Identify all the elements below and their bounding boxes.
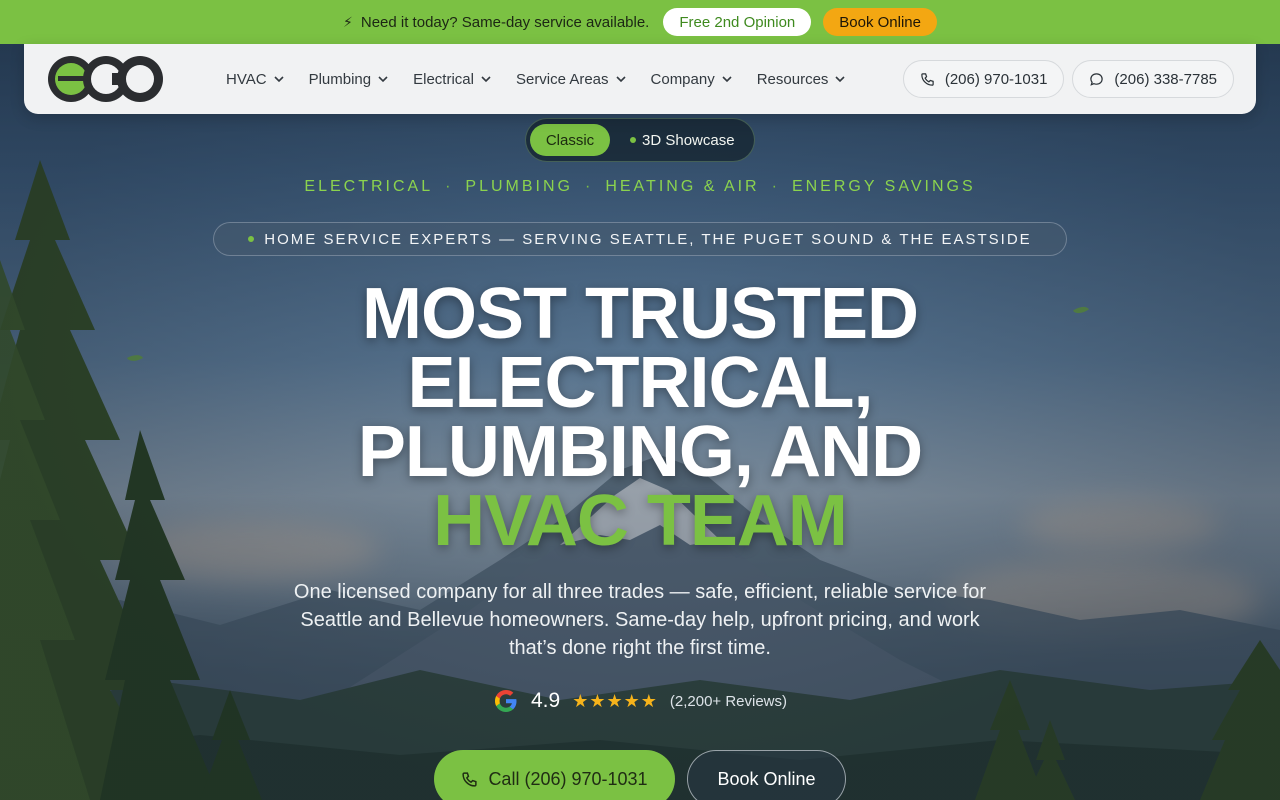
hero-section: Classic 3D Showcase ELECTRICAL · PLUMBING ·… [0, 0, 1280, 800]
call-cta-label: Call (206) 970-1031 [488, 768, 648, 789]
trade-separator: · [771, 178, 780, 195]
book-online-top-button[interactable]: Book Online [823, 8, 937, 36]
nav-label: Plumbing [308, 70, 372, 88]
dot-icon [630, 137, 636, 143]
phone-number: (206) 970-1031 [944, 70, 1048, 88]
text-phone-button[interactable]: (206) 338-7785 [1072, 60, 1234, 98]
star-rating-icon: ★★★★★ [572, 690, 658, 711]
review-count[interactable]: (2,200+ Reviews) [670, 693, 787, 710]
headline-line: ELECTRICAL, [407, 343, 874, 423]
eco-logo[interactable] [46, 54, 164, 104]
dot-icon [248, 236, 255, 242]
nav-electrical[interactable]: Electrical [401, 59, 504, 99]
chevron-down-icon [835, 76, 845, 83]
promo-message: Need it today? Same-day service availabl… [360, 13, 650, 31]
chevron-down-icon [615, 76, 626, 83]
nav-hvac[interactable]: HVAC [214, 59, 297, 99]
trade-item: PLUMBING [465, 178, 573, 195]
nav-label: Service Areas [515, 70, 609, 88]
nav-resources[interactable]: Resources [745, 59, 859, 99]
lightning-icon: ⚡ [343, 13, 353, 30]
header-contact: (206) 970-1031 (206) 338-7785 [902, 60, 1234, 98]
trade-item: HEATING & AIR [605, 178, 760, 195]
headline-accent: HVAC TEAM [433, 481, 848, 561]
chat-bubble-icon [1090, 72, 1104, 86]
chevron-down-icon [481, 76, 491, 83]
toggle-label: 3D Showcase [642, 131, 735, 149]
trade-separator: · [445, 178, 454, 195]
headline-line: PLUMBING, AND [357, 412, 923, 492]
chevron-down-icon [378, 76, 388, 83]
free-second-opinion-button[interactable]: Free 2nd Opinion [663, 8, 812, 36]
view-toggle: Classic 3D Showcase [525, 118, 755, 162]
phone-icon [462, 771, 478, 787]
nav-service-areas[interactable]: Service Areas [504, 59, 639, 99]
site-header: HVAC Plumbing Electrical Service Areas C… [24, 44, 1256, 114]
google-icon [494, 690, 517, 712]
chevron-down-icon [273, 76, 284, 83]
toggle-3d-showcase[interactable]: 3D Showcase [630, 132, 735, 149]
google-rating: 4.9 ★★★★★ (2,200+ Reviews) [0, 688, 1280, 714]
nav-company[interactable]: Company [639, 59, 745, 99]
nav-label: Electrical [413, 70, 474, 88]
call-phone-button[interactable]: (206) 970-1031 [902, 60, 1065, 98]
headline-line: MOST TRUSTED [362, 274, 919, 354]
trade-separator: · [585, 178, 594, 195]
trade-item: ENERGY SAVINGS [791, 178, 976, 195]
trades-list: ELECTRICAL · PLUMBING · HEATING & AIR · ENERGY… [0, 178, 1280, 196]
nav-label: Company [650, 70, 715, 88]
hero-subtext: One licensed company for all three trade… [293, 581, 987, 659]
experts-badge-text: HOME SERVICE EXPERTS — SERVING SEATTLE, … [264, 230, 1032, 248]
call-cta-button[interactable]: Call (206) 970-1031 [434, 750, 675, 800]
nav-plumbing[interactable]: Plumbing [297, 59, 402, 99]
hero-headline: MOST TRUSTED ELECTRICAL, PLUMBING, AND H… [0, 278, 1280, 557]
phone-number: (206) 338-7785 [1114, 70, 1217, 88]
nav-label: Resources [756, 70, 829, 88]
phone-icon [921, 72, 934, 86]
promo-bar: ⚡ Need it today? Same-day service availa… [0, 0, 1280, 44]
toggle-classic[interactable]: Classic [530, 124, 610, 156]
trade-item: ELECTRICAL [304, 178, 434, 195]
book-online-cta-button[interactable]: Book Online [687, 750, 846, 800]
experts-badge: HOME SERVICE EXPERTS — SERVING SEATTLE, … [213, 222, 1067, 256]
nav-label: HVAC [226, 70, 267, 88]
chevron-down-icon [722, 76, 732, 83]
main-nav: HVAC Plumbing Electrical Service Areas C… [214, 59, 858, 99]
rating-score: 4.9 [530, 689, 561, 712]
